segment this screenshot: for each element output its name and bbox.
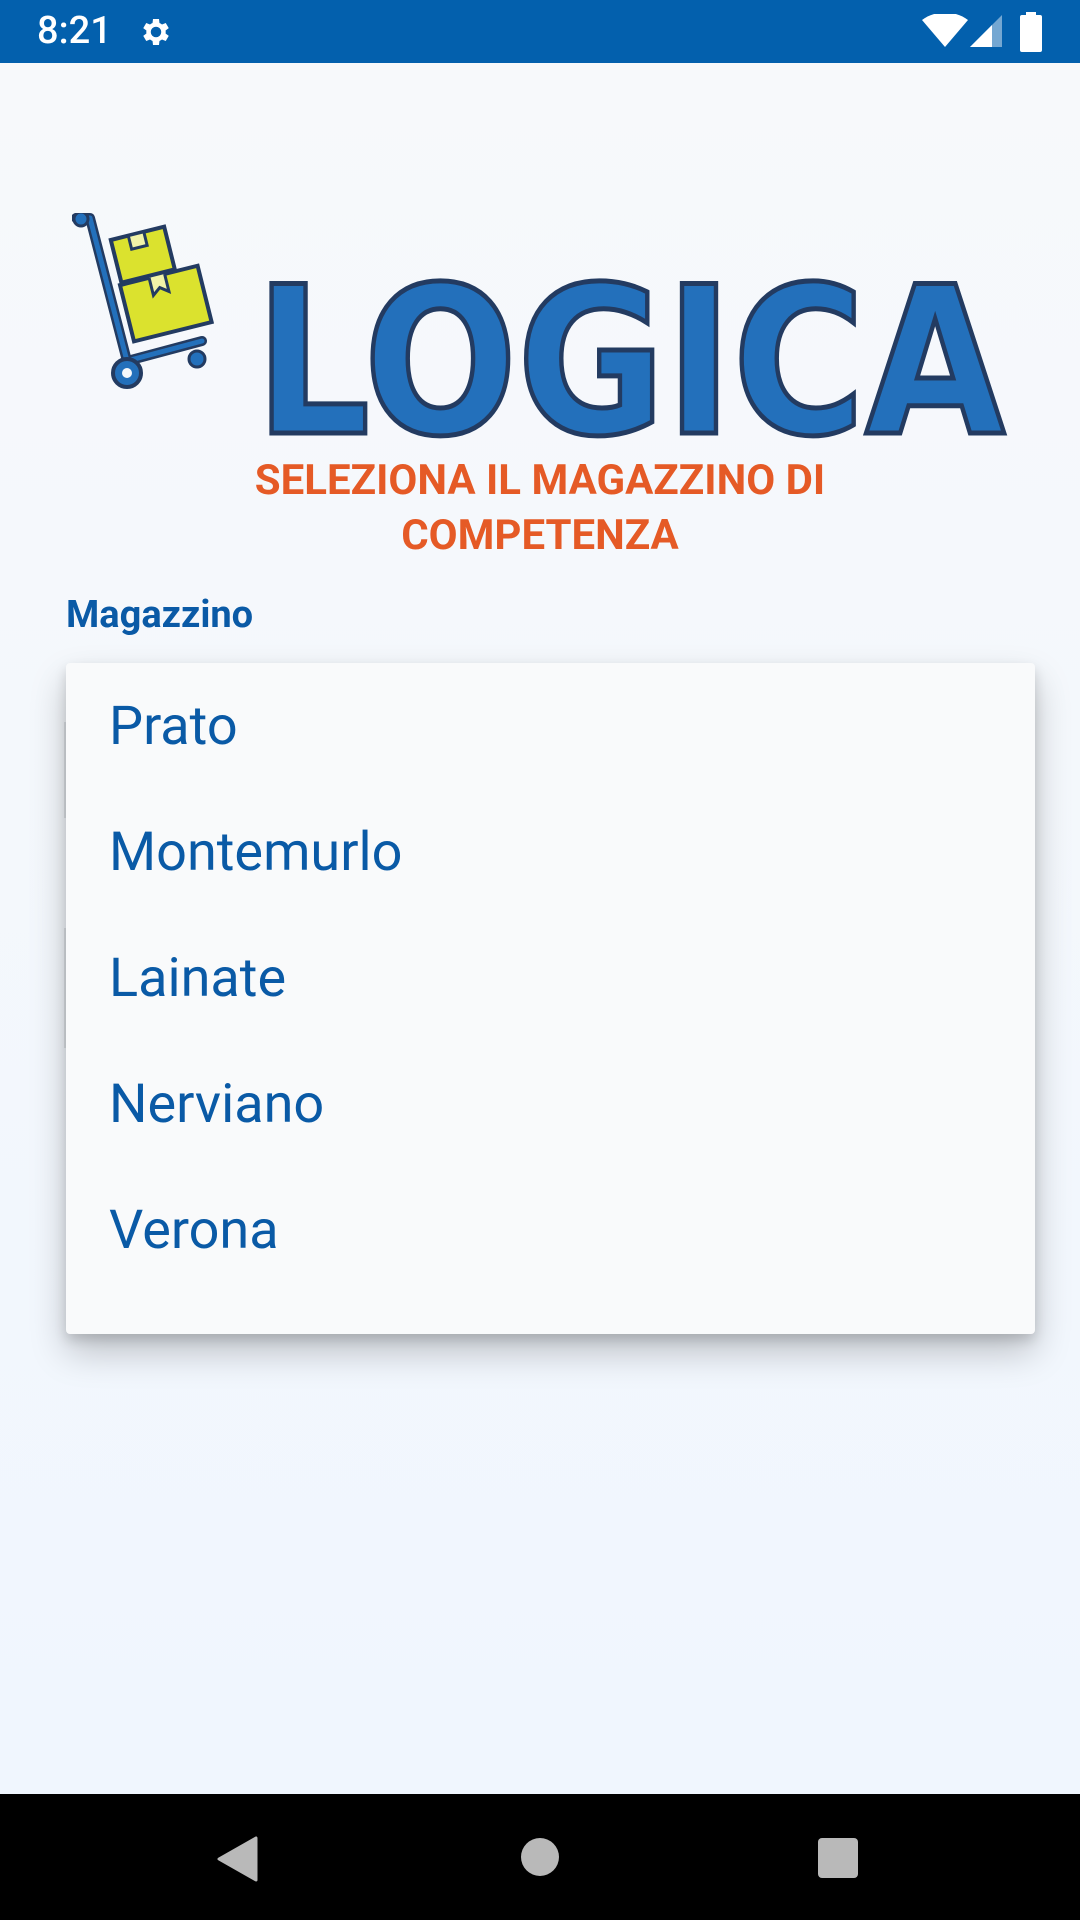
signal-icon [970,15,1002,47]
recents-icon[interactable] [818,1838,858,1878]
warehouse-dropdown-menu: Prato Montemurlo Lainate Nerviano Verona [66,663,1035,1334]
dropdown-option-nerviano[interactable]: Nerviano [66,1041,1035,1167]
hand-truck-boxes-icon [72,213,215,389]
dropdown-option-montemurlo[interactable]: Montemurlo [66,789,1035,915]
battery-icon [1020,12,1042,52]
status-time: 8:21 [37,9,112,53]
logo: LOGICA [72,213,1008,449]
dropdown-option-verona[interactable]: Verona [66,1167,1035,1293]
logo-wordmark: LOGICA [253,242,1008,449]
page-heading: SELEZIONA IL MAGAZZINO DI COMPETENZA [140,453,940,563]
wifi-icon [922,14,968,47]
warehouse-field-label: Magazzino [66,593,254,637]
svg-text:LOGICA: LOGICA [255,244,1005,448]
dropdown-option-lainate[interactable]: Lainate [66,915,1035,1041]
gear-icon [143,18,169,46]
heading-line-1: SELEZIONA IL MAGAZZINO DI [254,456,826,505]
home-icon[interactable] [521,1838,559,1876]
status-bar: 8:21 [0,0,1080,63]
dropdown-option-prato[interactable]: Prato [66,663,1035,789]
heading-line-2: COMPETENZA [401,511,679,560]
back-icon[interactable] [216,1836,258,1882]
